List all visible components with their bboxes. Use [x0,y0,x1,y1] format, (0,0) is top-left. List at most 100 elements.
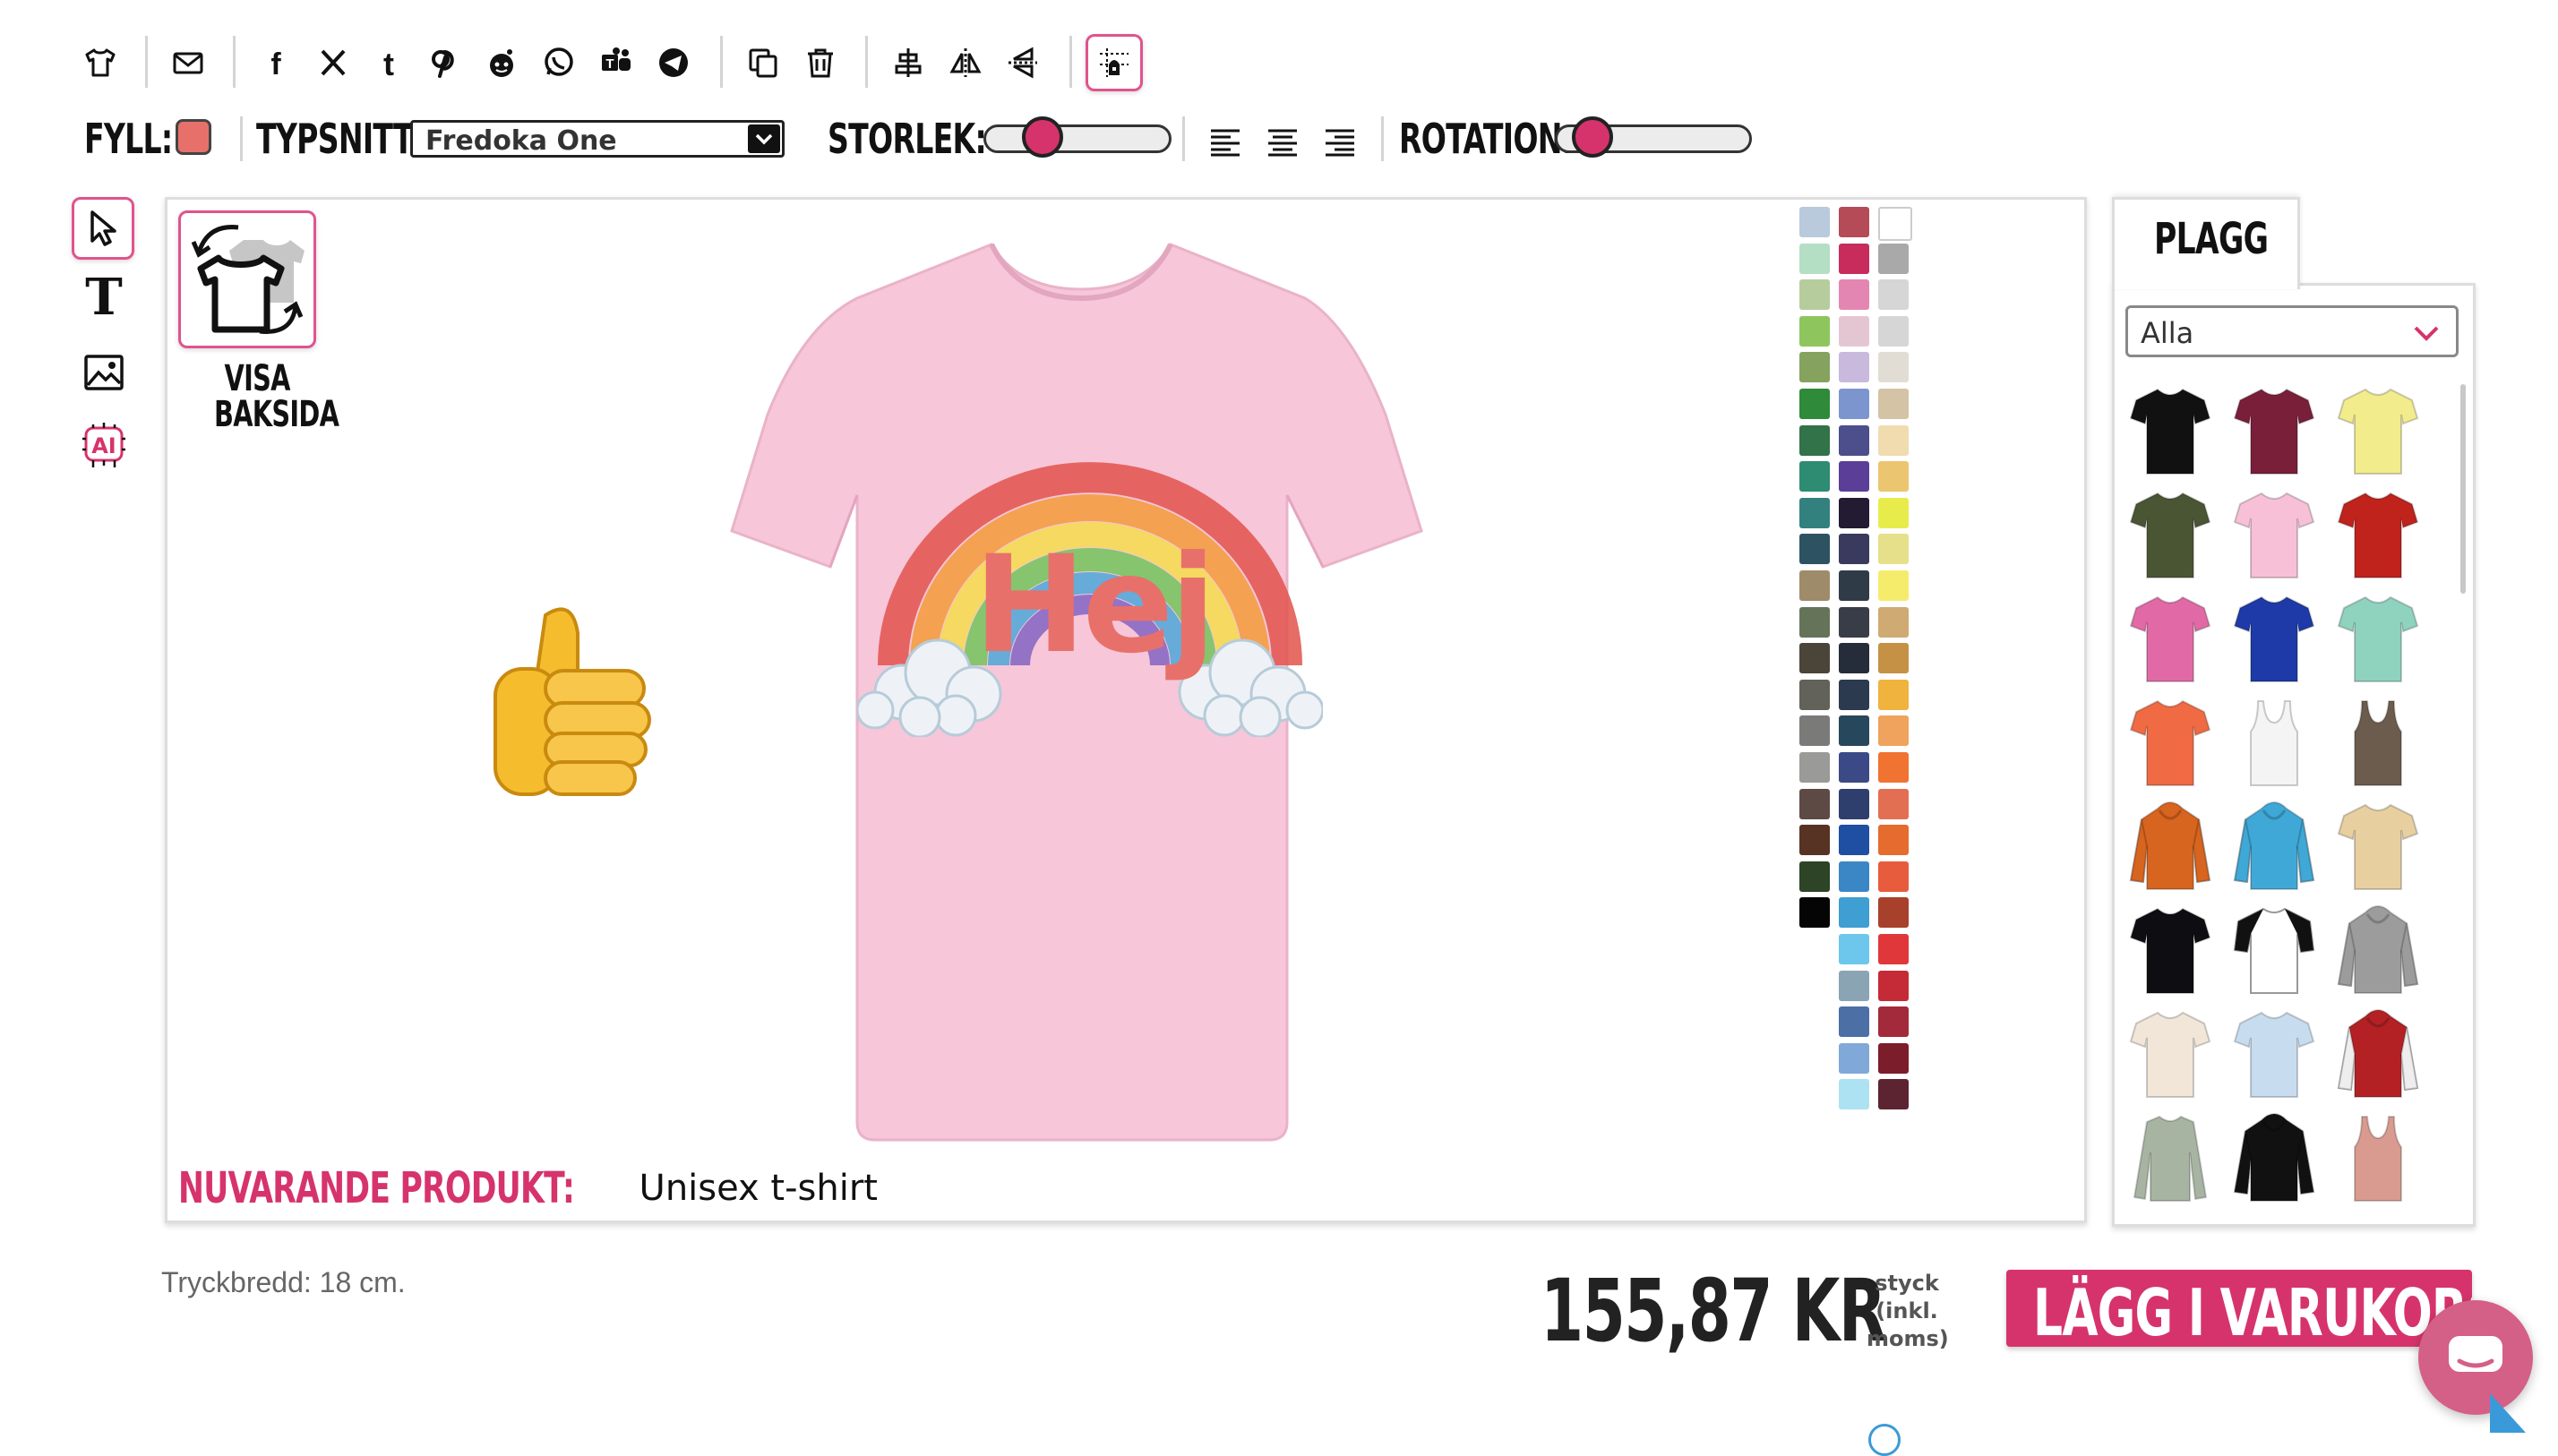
align-center-icon[interactable] [1265,124,1300,159]
size-slider[interactable] [983,124,1172,153]
color-swatch[interactable] [1878,715,1909,747]
font-select[interactable]: Fredoka One [410,120,785,158]
add-to-cart-button[interactable]: LÄGG I VARUKORGEN [2006,1270,2472,1347]
color-swatch[interactable] [1839,352,1869,383]
product-mint-tshirt[interactable] [2335,592,2421,685]
image-tool-icon[interactable] [82,351,125,394]
product-olive-tshirt[interactable] [2127,488,2213,581]
layer-icon[interactable] [1086,34,1143,91]
color-swatch[interactable] [1839,861,1869,892]
product-black-tshirt[interactable] [2127,384,2213,477]
text-tool-icon[interactable]: T [79,269,129,326]
color-swatch[interactable] [1878,1042,1909,1074]
color-swatch[interactable] [1839,1006,1869,1038]
color-swatch[interactable] [1839,315,1869,347]
ai-tool-icon[interactable]: AI [81,421,127,471]
whatsapp-icon[interactable] [537,41,580,84]
color-swatch[interactable] [1839,1079,1869,1110]
color-swatch[interactable] [1878,861,1909,892]
thumbs-up-icon[interactable] [492,597,685,803]
design-canvas[interactable]: VISA BAKSIDA Hej NUVARANDE PRODUKT: Unis [165,197,2087,1223]
color-swatch[interactable] [1878,679,1909,710]
color-swatch[interactable] [1839,606,1869,638]
color-swatch[interactable] [1878,207,1912,241]
category-select[interactable]: Alla [2125,305,2459,357]
design-text[interactable]: Hej [974,538,1216,672]
color-swatch[interactable] [1799,424,1830,456]
color-swatch[interactable] [1839,715,1869,747]
product-ombre-tshirt[interactable] [2231,1007,2317,1101]
product-royal-tshirt[interactable] [2231,592,2317,685]
product-grey-hoodie[interactable] [2335,904,2421,997]
color-swatch[interactable] [1839,1042,1869,1074]
color-swatch[interactable] [1878,534,1909,565]
color-swatch[interactable] [1878,352,1909,383]
telegram-icon[interactable] [652,41,695,84]
color-swatch[interactable] [1839,461,1869,492]
product-red-tshirt[interactable] [2335,488,2421,581]
product-tiedye-tshirt[interactable] [2335,800,2421,893]
color-swatch[interactable] [1799,752,1830,783]
color-swatch[interactable] [1839,752,1869,783]
delete-icon[interactable] [799,41,842,84]
color-swatch[interactable] [1799,679,1830,710]
tshirt-icon[interactable] [79,41,122,84]
product-white-tank[interactable] [2231,696,2317,789]
color-swatch[interactable] [1878,1006,1909,1038]
product-rose-tank[interactable] [2335,1111,2421,1204]
align-right-icon[interactable] [1322,124,1358,159]
color-swatch[interactable] [1878,570,1909,601]
color-swatch[interactable] [1799,825,1830,856]
color-swatch[interactable] [1878,752,1909,783]
product-black-orange-hoodie[interactable] [2231,1111,2317,1204]
color-swatch[interactable] [1799,461,1830,492]
product-varsity-jacket[interactable] [2335,1007,2421,1101]
color-swatch[interactable] [1878,497,1909,528]
color-swatch[interactable] [1839,825,1869,856]
color-swatch[interactable] [1839,497,1869,528]
show-back-button[interactable] [178,210,316,348]
facebook-icon[interactable]: f [254,41,297,84]
color-swatch[interactable] [1839,679,1869,710]
flip-horizontal-icon[interactable] [944,41,987,84]
size-slider-knob[interactable] [1022,116,1063,158]
color-swatch[interactable] [1839,897,1869,929]
product-black-vneck[interactable] [2127,904,2213,997]
color-swatch[interactable] [1799,315,1830,347]
reddit-icon[interactable] [480,41,523,84]
mail-icon[interactable] [167,41,210,84]
color-swatch[interactable] [1839,970,1869,1001]
color-swatch[interactable] [1839,643,1869,674]
color-swatch[interactable] [1878,461,1909,492]
product-coral-tshirt[interactable] [2127,696,2213,789]
align-left-icon[interactable] [1207,124,1243,159]
color-swatch[interactable] [1839,279,1869,311]
color-swatch[interactable] [1878,897,1909,929]
color-swatch[interactable] [1878,825,1909,856]
product-raglan-tshirt[interactable] [2231,904,2317,997]
color-swatch[interactable] [1799,606,1830,638]
color-swatch[interactable] [1839,389,1869,419]
color-swatch[interactable] [1878,424,1909,456]
fill-color-swatch[interactable] [176,119,211,155]
x-icon[interactable] [312,41,355,84]
color-swatch[interactable] [1839,207,1869,237]
color-swatch[interactable] [1839,934,1869,964]
color-swatch[interactable] [1878,389,1909,419]
color-swatch[interactable] [1799,861,1830,892]
color-swatch[interactable] [1878,934,1909,964]
color-swatch[interactable] [1799,570,1830,601]
product-maroon-tshirt[interactable] [2231,384,2317,477]
product-yellow-tshirt[interactable] [2335,384,2421,477]
scrollbar[interactable] [2460,384,2466,594]
color-swatch[interactable] [1839,243,1869,274]
color-swatch[interactable] [1799,389,1830,419]
color-swatch[interactable] [1799,207,1830,237]
duplicate-icon[interactable] [742,41,785,84]
color-swatch[interactable] [1799,243,1830,274]
color-swatch[interactable] [1878,1079,1909,1110]
center-icon[interactable] [887,41,930,84]
color-swatch[interactable] [1839,788,1869,819]
color-swatch[interactable] [1799,897,1830,929]
product-pink-ladies-tshirt[interactable] [2231,488,2317,581]
